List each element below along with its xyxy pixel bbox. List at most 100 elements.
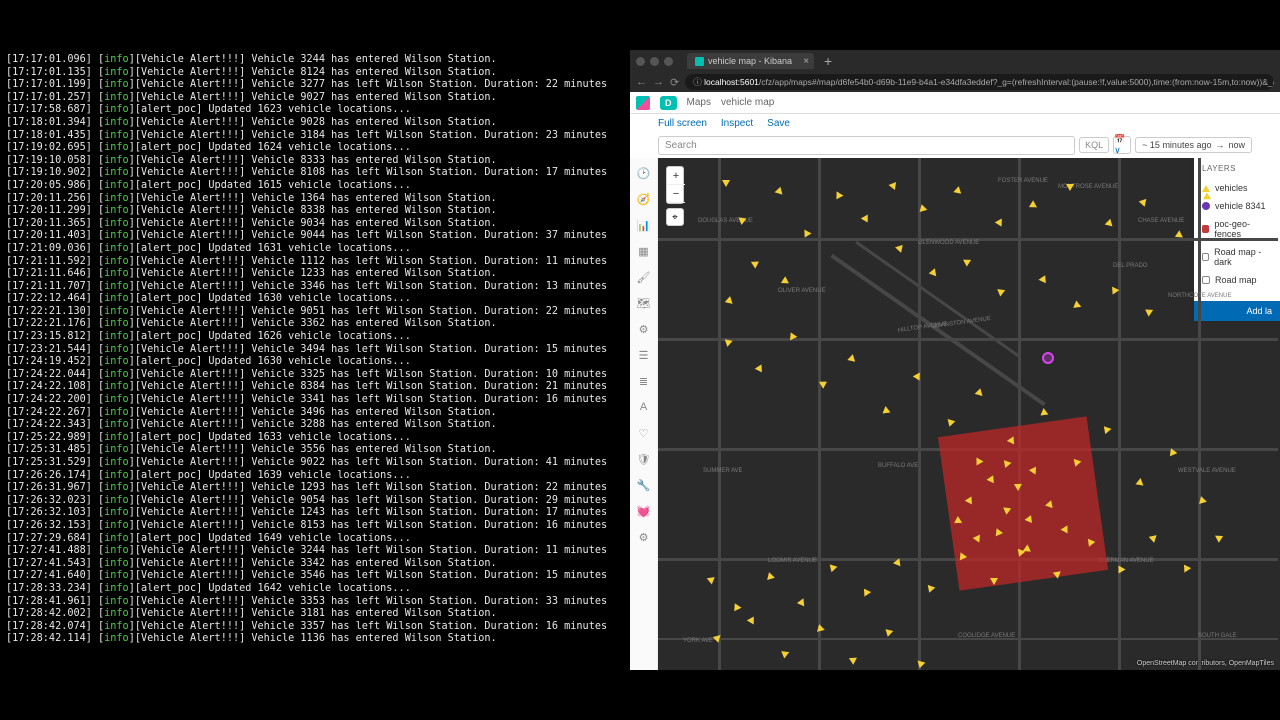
new-tab-button[interactable]: + [818, 53, 838, 69]
vehicle-marker[interactable] [1024, 515, 1032, 524]
vehicle-marker[interactable] [976, 457, 983, 465]
vehicle-marker[interactable] [1073, 300, 1083, 310]
vehicle-marker[interactable] [963, 256, 973, 266]
vehicle-marker[interactable] [925, 582, 936, 593]
vehicle-marker[interactable] [913, 370, 923, 380]
discover-icon[interactable]: 🧭 [637, 192, 651, 206]
vehicle-marker[interactable] [755, 364, 766, 374]
visualize-icon[interactable]: 📊 [637, 218, 651, 232]
vehicle-marker[interactable] [986, 475, 994, 484]
vehicle-marker[interactable] [953, 185, 962, 194]
vehicle-marker[interactable] [1004, 459, 1012, 468]
vehicle-marker[interactable] [713, 632, 724, 643]
geofence-polygon[interactable] [938, 416, 1108, 590]
uptime-icon[interactable]: ♡ [637, 426, 651, 440]
vehicle-marker[interactable] [1104, 219, 1113, 229]
fit-bounds-button[interactable]: ⌖ [666, 208, 684, 226]
kibana-logo-icon[interactable] [636, 96, 650, 110]
vehicle-marker[interactable] [1118, 565, 1125, 573]
browser-tab[interactable]: vehicle map - Kibana × [687, 53, 814, 69]
vehicle-marker[interactable] [975, 388, 986, 399]
vehicle-marker[interactable] [954, 516, 962, 523]
vehicle-marker[interactable] [895, 245, 905, 254]
zoom-out-button[interactable]: − [667, 185, 685, 203]
vehicle-marker[interactable] [804, 229, 811, 237]
vehicle-marker[interactable] [861, 212, 871, 222]
vehicle-marker[interactable] [1181, 565, 1191, 575]
apm-icon[interactable]: A [637, 400, 651, 414]
full-screen-link[interactable]: Full screen [658, 118, 707, 129]
vehicle-marker[interactable] [1197, 495, 1207, 504]
vehicle-marker[interactable] [1145, 306, 1155, 316]
terminal-output[interactable]: [17:17:01.096] [info][Vehicle Alert!!!] … [0, 50, 630, 670]
vehicle-marker[interactable] [945, 416, 956, 427]
vehicle-marker[interactable] [749, 258, 759, 268]
vehicle-marker[interactable] [888, 181, 896, 190]
close-tab-icon[interactable]: × [803, 56, 809, 67]
kql-toggle[interactable]: KQL [1079, 137, 1109, 153]
vehicle-marker[interactable] [1014, 484, 1022, 491]
vehicle-marker[interactable] [1038, 275, 1046, 284]
vehicle-marker[interactable] [1135, 477, 1144, 485]
infra-icon[interactable]: ☰ [637, 348, 651, 362]
vehicle-marker[interactable] [847, 353, 856, 362]
vehicle-marker[interactable] [1029, 200, 1039, 210]
dev-tools-icon[interactable]: 🔧 [637, 478, 651, 492]
tracked-vehicle-marker[interactable] [1042, 352, 1054, 364]
vehicle-marker[interactable] [738, 217, 747, 225]
map-canvas[interactable]: + − ⌖ LAYERS vehiclesvehicle 8341poc-geo… [658, 158, 1280, 670]
vehicle-marker[interactable] [849, 654, 859, 665]
vehicle-marker[interactable] [1139, 196, 1150, 207]
minimize-window-icon[interactable] [650, 57, 659, 66]
vehicle-marker[interactable] [787, 332, 798, 342]
vehicle-marker[interactable] [1104, 425, 1112, 434]
vehicle-marker[interactable] [734, 603, 742, 611]
vehicle-marker[interactable] [882, 406, 891, 414]
vehicle-marker[interactable] [722, 180, 730, 187]
vehicle-marker[interactable] [997, 286, 1007, 296]
search-input[interactable]: Search [658, 136, 1075, 155]
vehicle-marker[interactable] [765, 571, 775, 580]
vehicle-marker[interactable] [830, 563, 839, 572]
zoom-in-button[interactable]: + [667, 167, 685, 185]
logs-icon[interactable]: ≣ [637, 374, 651, 388]
vehicle-marker[interactable] [883, 626, 894, 637]
vehicle-marker[interactable] [781, 276, 791, 287]
recently-viewed-icon[interactable]: 🕑 [637, 166, 651, 180]
vehicle-marker[interactable] [815, 623, 824, 632]
vehicle-marker[interactable] [1213, 532, 1223, 542]
back-button[interactable]: ← [636, 76, 647, 88]
layer-Road-map---dark[interactable]: Road map - dark [1194, 243, 1280, 271]
maps-icon[interactable]: 🗺 [637, 296, 651, 310]
monitoring-icon[interactable]: 💓 [637, 504, 651, 518]
maximize-window-icon[interactable] [664, 57, 673, 66]
vehicle-marker[interactable] [747, 616, 757, 626]
vehicle-marker[interactable] [781, 648, 791, 658]
vehicle-marker[interactable] [861, 589, 871, 599]
vehicle-marker[interactable] [1149, 532, 1160, 543]
space-selector[interactable]: D [660, 96, 677, 110]
inspect-link[interactable]: Inspect [721, 118, 753, 129]
canvas-icon[interactable]: 🖌 [637, 270, 651, 284]
vehicle-marker[interactable] [723, 339, 732, 347]
breadcrumb-maps[interactable]: Maps [687, 97, 711, 108]
time-range-picker[interactable]: ~ 15 minutes ago → now [1135, 137, 1252, 153]
vehicle-marker[interactable] [990, 578, 998, 585]
add-layer-button[interactable]: Add la [1194, 301, 1280, 321]
vehicle-marker[interactable] [995, 216, 1005, 226]
vehicle-marker[interactable] [774, 187, 783, 196]
ml-icon[interactable]: ⚙ [637, 322, 651, 336]
date-picker-icon[interactable]: 📅∨ [1113, 136, 1131, 154]
close-window-icon[interactable] [636, 57, 645, 66]
management-icon[interactable]: ⚙ [637, 530, 651, 544]
layer-Road-map[interactable]: Road map [1194, 271, 1280, 289]
dashboard-icon[interactable]: ▦ [637, 244, 651, 258]
vehicle-marker[interactable] [929, 268, 940, 278]
window-controls[interactable] [636, 57, 673, 66]
vehicle-marker[interactable] [893, 557, 903, 566]
forward-button[interactable]: → [653, 76, 664, 88]
save-link[interactable]: Save [767, 118, 790, 129]
vehicle-marker[interactable] [797, 597, 807, 607]
vehicle-marker[interactable] [1066, 184, 1074, 191]
vehicle-marker[interactable] [918, 659, 927, 669]
